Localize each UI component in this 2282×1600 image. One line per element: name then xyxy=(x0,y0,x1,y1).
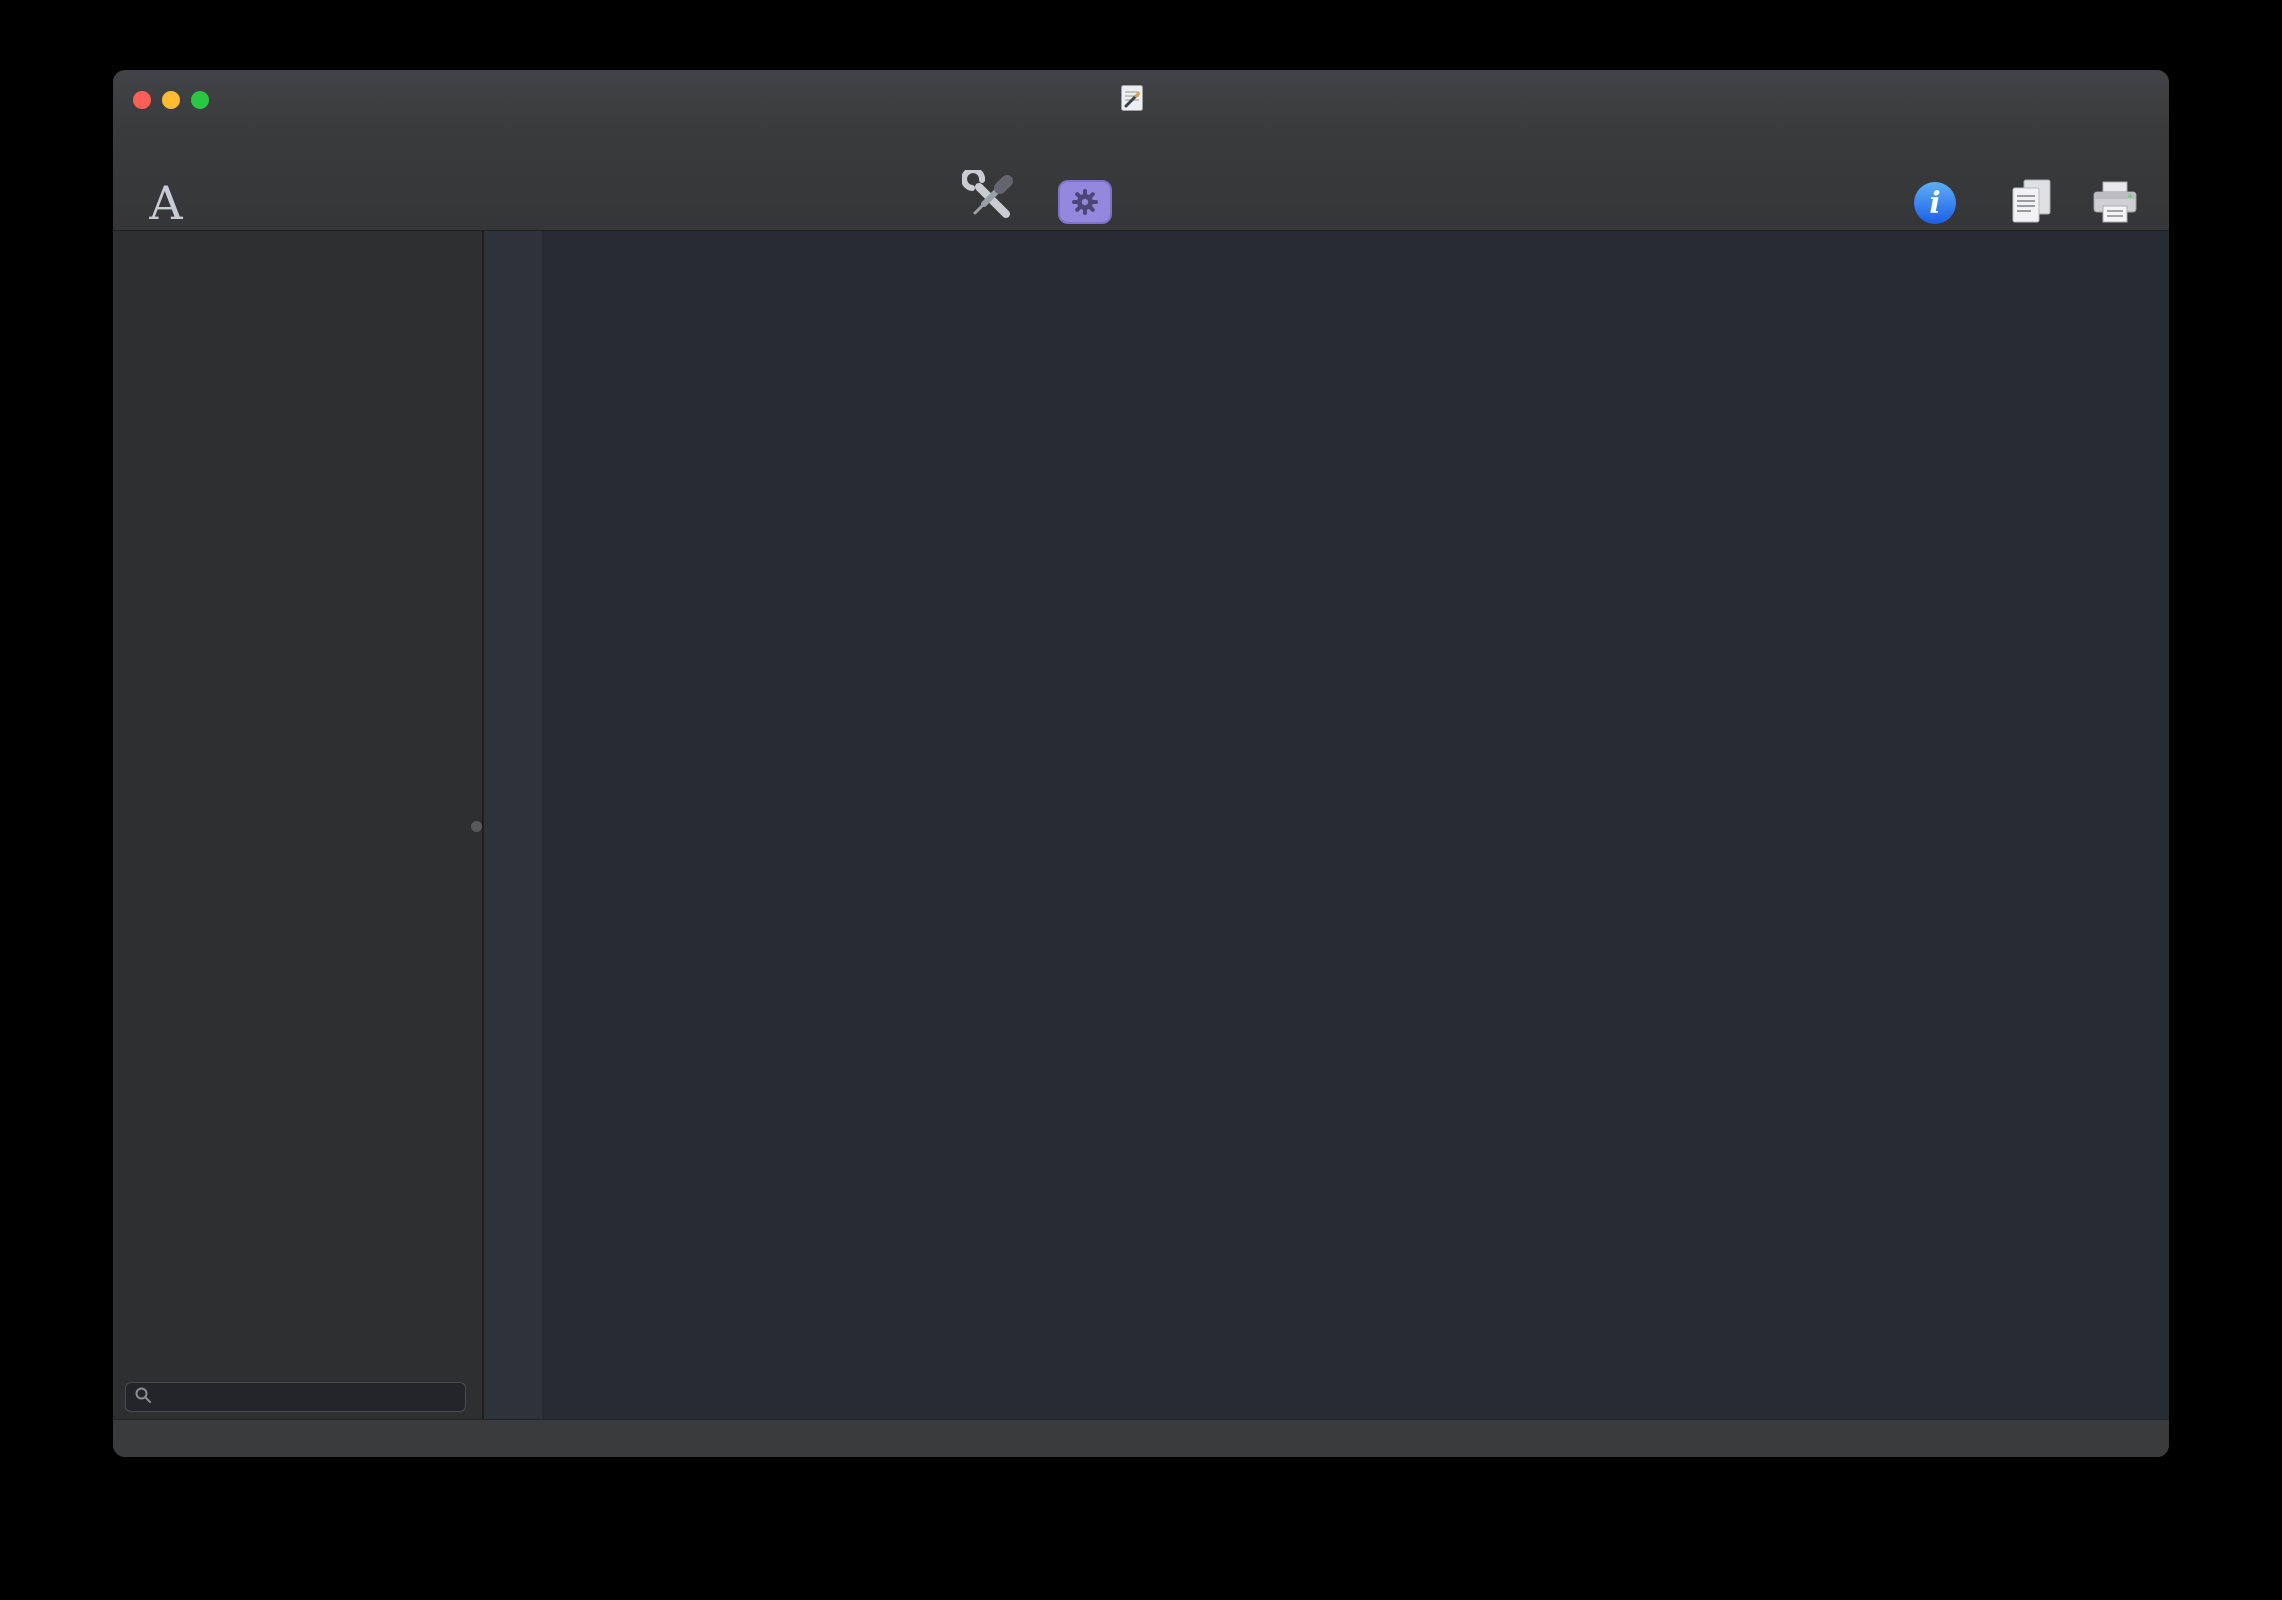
desktop-background: A xyxy=(0,0,2282,1600)
close-button[interactable] xyxy=(133,91,151,109)
filter-field xyxy=(125,1382,466,1412)
titlebar[interactable] xyxy=(113,71,2169,129)
search-icon xyxy=(134,1386,152,1409)
patch-button[interactable] xyxy=(1043,129,1127,237)
info-circle-icon: i xyxy=(1912,168,1958,226)
window-title xyxy=(1120,71,1162,129)
compile-button[interactable] xyxy=(949,129,1033,237)
line-number-gutter xyxy=(484,231,542,1419)
sidebar-tree xyxy=(113,231,482,236)
zoom-button[interactable] xyxy=(191,91,209,109)
purple-gear-box-icon xyxy=(1057,168,1113,226)
splitter-handle[interactable] xyxy=(471,821,482,832)
status-bar xyxy=(113,1419,2169,1457)
log-button[interactable] xyxy=(2003,129,2059,237)
content-area xyxy=(113,231,2169,1419)
svg-text:i: i xyxy=(1929,186,1940,221)
document-icon xyxy=(1120,84,1144,117)
sidebar xyxy=(113,231,484,1419)
print-button[interactable] xyxy=(2085,129,2145,237)
code-area[interactable] xyxy=(484,231,2169,239)
serif-a-icon: A xyxy=(149,168,182,226)
crossed-tools-icon xyxy=(962,168,1020,226)
summary-button[interactable]: i xyxy=(1893,129,1977,237)
minimize-button[interactable] xyxy=(162,91,180,109)
maciasl-window: A xyxy=(113,70,2169,1457)
filter-input[interactable] xyxy=(159,1386,457,1409)
printer-icon xyxy=(2090,168,2140,226)
documents-icon xyxy=(2007,168,2055,226)
traffic-lights xyxy=(133,91,209,109)
fonts-button[interactable]: A xyxy=(131,129,201,237)
toolbar: A xyxy=(113,129,2169,231)
editor[interactable] xyxy=(484,231,2169,1419)
